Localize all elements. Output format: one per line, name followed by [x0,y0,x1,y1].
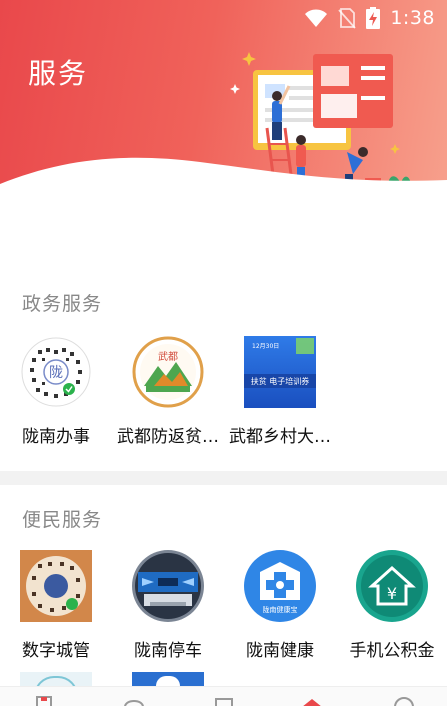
section-title-convenience: 便民服务 [22,509,103,531]
home-icon[interactable] [32,693,56,706]
service-item-wudu-rural[interactable]: 12月30日 扶贫 电子培训券 武都乡村大… [224,336,336,447]
training-banner-icon: 12月30日 扶贫 电子培训券 [244,336,316,408]
service-item-label: 手机公积金 [349,641,435,661]
battery-charging-icon [366,7,381,29]
no-sim-icon [338,8,357,29]
qr-code-icon: 陇 [20,336,92,408]
partial-thumb-circle [156,676,180,686]
service-item-digital-city[interactable]: 数字城管 [0,550,112,661]
service-item-label: 武都乡村大… [229,427,331,447]
svg-text:陇: 陇 [49,365,63,381]
mountain-logo-icon: 武都 [132,336,204,408]
news-icon[interactable] [212,693,236,706]
services-tab-icon[interactable] [300,693,324,706]
section-divider [0,471,447,485]
svg-text:12月30日: 12月30日 [252,343,279,350]
service-item-housing-fund[interactable]: ¥ 手机公积金 [336,550,447,661]
service-item-label: 武都防返贫… [117,427,219,447]
message-icon[interactable] [122,693,146,706]
service-item-wudu-poverty[interactable]: 武都 武都防返贫… [112,336,224,447]
section-title-government: 政务服务 [22,293,103,315]
profile-icon[interactable] [392,693,416,706]
svg-text:扶贫 电子培训券: 扶贫 电子培训券 [251,376,310,386]
service-item-label: 陇南办事 [22,427,90,447]
svg-text:¥: ¥ [387,584,397,603]
service-item-label: 陇南健康 [246,641,314,661]
svg-text:武都: 武都 [158,350,178,363]
status-time: 1:38 [390,7,435,29]
service-item-longnan-affairs[interactable]: 陇 陇南办事 [0,336,112,447]
status-bar: 1:38 [0,0,447,36]
bottom-nav [0,686,447,706]
header-banner: 1:38 服务 [0,0,447,200]
service-item-parking[interactable]: 陇南停车 [112,550,224,661]
service-item-health[interactable]: 陇南健康宝 陇南健康 [224,550,336,661]
parking-icon [132,550,204,622]
partial-thumb-ring [34,676,78,686]
wifi-icon [305,9,328,27]
service-item-label: 数字城管 [22,641,90,661]
service-item-partial[interactable] [132,672,204,686]
qr-code-orange-icon [20,550,92,622]
page-title: 服务 [28,57,89,90]
service-item-label: 陇南停车 [134,641,202,661]
service-item-partial[interactable] [20,672,92,686]
housing-fund-icon: ¥ [356,550,428,622]
header-wave [0,157,447,200]
health-icon: 陇南健康宝 [244,550,316,622]
svg-text:陇南健康宝: 陇南健康宝 [263,605,298,614]
